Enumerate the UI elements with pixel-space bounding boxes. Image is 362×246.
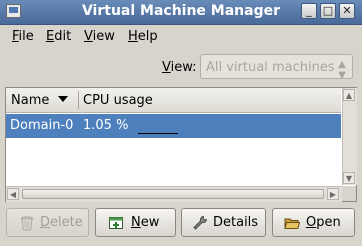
horizontal-scrollbar[interactable]: ◀ ▶ bbox=[6, 186, 342, 202]
scrollbar-corner bbox=[342, 186, 356, 201]
folder-icon bbox=[284, 218, 300, 229]
title-bar[interactable]: Virtual Machine Manager _ □ ✕ bbox=[0, 0, 362, 25]
scroll-up-button[interactable]: ▲ bbox=[343, 89, 355, 101]
scroll-right-button[interactable]: ▶ bbox=[327, 188, 339, 200]
minimize-button[interactable]: _ bbox=[301, 3, 317, 19]
view-filter-value: All virtual machines bbox=[206, 60, 334, 75]
trash-icon bbox=[21, 216, 33, 231]
new-vm-icon bbox=[109, 217, 123, 229]
vm-row-domain-0[interactable]: Domain-0 1.05 % bbox=[6, 114, 341, 138]
column-divider[interactable] bbox=[78, 91, 79, 109]
chevron-down-icon: ▲ ▼ bbox=[338, 59, 346, 81]
horizontal-scroll-thumb[interactable] bbox=[22, 189, 324, 199]
menu-help[interactable]: Help bbox=[128, 29, 158, 44]
vm-cpu-usage: 1.05 % bbox=[83, 118, 129, 133]
wrench-icon bbox=[193, 215, 208, 230]
menu-file-label: ile bbox=[18, 29, 34, 44]
scroll-left-button[interactable]: ◀ bbox=[7, 188, 19, 200]
menu-help-mnemonic: H bbox=[128, 29, 138, 44]
virt-manager-window: Virtual Machine Manager _ □ ✕ File Edit … bbox=[0, 0, 362, 246]
menu-bar: File Edit View Help bbox=[0, 25, 362, 47]
menu-edit-label: dit bbox=[54, 29, 72, 44]
vertical-scrollbar[interactable]: ▲ ▼ bbox=[342, 88, 357, 185]
close-button[interactable]: ✕ bbox=[339, 3, 355, 19]
menu-view-mnemonic: V bbox=[84, 29, 93, 44]
open-button-label: Open bbox=[306, 215, 341, 230]
sort-descending-icon bbox=[58, 96, 68, 102]
view-filter-label-text: iew: bbox=[170, 60, 197, 75]
open-button[interactable]: Open bbox=[272, 208, 355, 237]
view-filter-select[interactable]: All virtual machines ▲ ▼ bbox=[200, 54, 353, 81]
menu-view[interactable]: View bbox=[84, 29, 115, 44]
menu-view-label: iew bbox=[92, 29, 115, 44]
vm-list-header: Name CPU usage bbox=[6, 88, 341, 113]
view-filter-label: View: bbox=[162, 60, 197, 75]
cpu-usage-graph bbox=[138, 133, 178, 134]
vm-list[interactable]: Name CPU usage Domain-0 1.05 % ▲ ▼ ◀ ▶ bbox=[5, 87, 357, 202]
menu-help-label: elp bbox=[137, 29, 158, 44]
details-button[interactable]: Details bbox=[181, 208, 266, 237]
menu-edit-mnemonic: E bbox=[46, 29, 55, 44]
delete-button-label: Delete bbox=[40, 215, 83, 230]
menu-edit[interactable]: Edit bbox=[46, 29, 71, 44]
new-button-label: New bbox=[131, 215, 160, 230]
view-filter-mnemonic: V bbox=[162, 60, 171, 75]
column-header-cpu-usage[interactable]: CPU usage bbox=[83, 93, 153, 108]
details-button-label: Details bbox=[213, 215, 259, 230]
scroll-down-button[interactable]: ▼ bbox=[343, 172, 355, 184]
maximize-button[interactable]: □ bbox=[320, 3, 336, 19]
delete-button[interactable]: Delete bbox=[6, 208, 89, 237]
new-button[interactable]: New bbox=[95, 208, 176, 237]
column-header-name[interactable]: Name bbox=[11, 93, 49, 108]
vm-name: Domain-0 bbox=[10, 118, 74, 133]
menu-file[interactable]: File bbox=[12, 29, 34, 44]
